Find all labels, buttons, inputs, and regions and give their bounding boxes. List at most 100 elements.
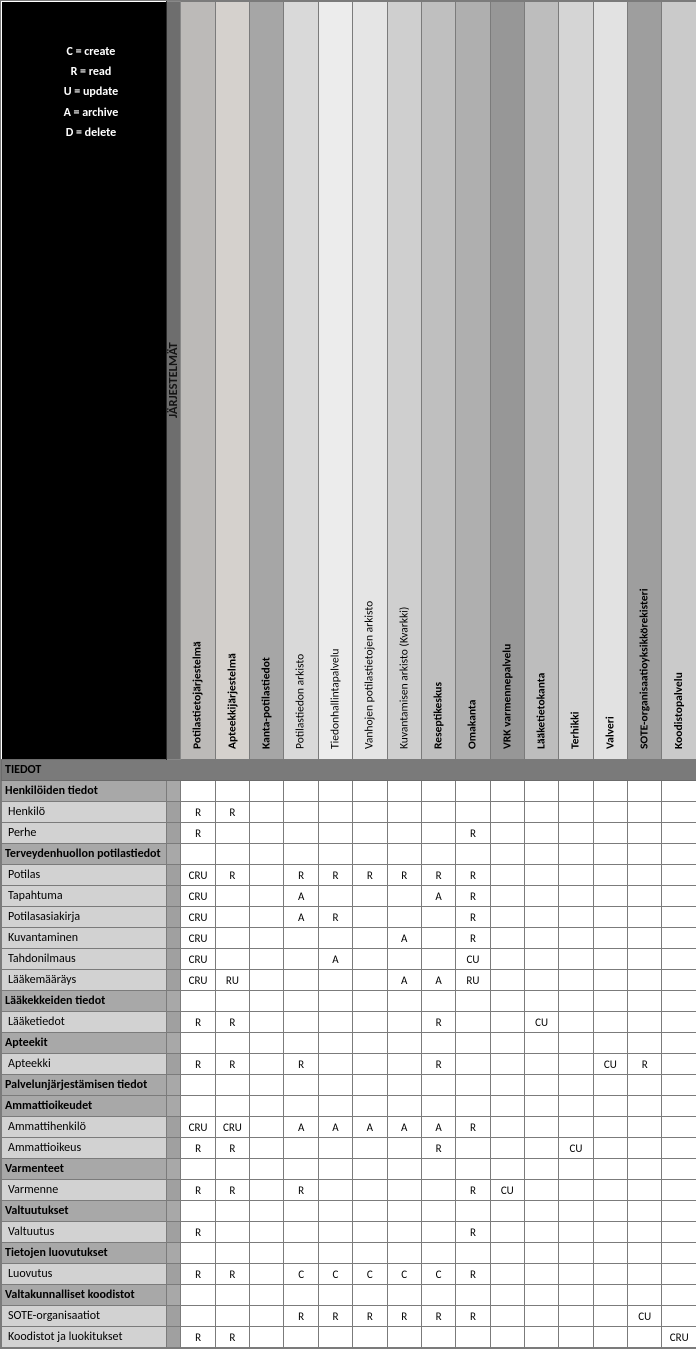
column-header-label: Apteekkijärjestelmä: [216, 2, 249, 759]
matrix-cell: [353, 1285, 387, 1306]
matrix-cell: [421, 991, 455, 1012]
matrix-cell: R: [456, 823, 490, 844]
matrix-cell: C: [318, 1264, 352, 1285]
matrix-cell: [387, 1138, 421, 1159]
matrix-cell: [318, 1243, 352, 1264]
matrix-cell: R: [456, 1180, 490, 1201]
matrix-cell: [559, 1012, 593, 1033]
matrix-cell: [456, 1327, 490, 1348]
matrix-cell: [593, 781, 627, 802]
matrix-cell: A: [318, 949, 352, 970]
matrix-cell: [215, 823, 249, 844]
spacer-cell: [167, 1096, 181, 1117]
matrix-cell: [250, 1180, 284, 1201]
matrix-cell: [250, 823, 284, 844]
matrix-cell: [662, 823, 696, 844]
matrix-cell: R: [181, 1012, 215, 1033]
matrix-cell: [181, 1306, 215, 1327]
matrix-cell: [353, 823, 387, 844]
legend-line: U = update: [16, 82, 167, 102]
matrix-cell: R: [456, 907, 490, 928]
matrix-cell: [284, 1243, 318, 1264]
group-header: Valtakunnalliset koodistot: [2, 1285, 167, 1306]
matrix-cell: [284, 991, 318, 1012]
group-header: Ammattioikeudet: [2, 1096, 167, 1117]
matrix-cell: [628, 781, 662, 802]
matrix-cell: [490, 886, 524, 907]
row-label: Valtuutus: [2, 1222, 167, 1243]
matrix-cell: [353, 886, 387, 907]
matrix-cell: [524, 907, 558, 928]
matrix-cell: [593, 970, 627, 991]
matrix-cell: CU: [628, 1306, 662, 1327]
matrix-cell: [421, 1285, 455, 1306]
matrix-cell: [559, 844, 593, 865]
matrix-cell: [284, 1159, 318, 1180]
matrix-cell: [215, 1306, 249, 1327]
matrix-cell: [353, 928, 387, 949]
column-header-label: Valveri: [594, 2, 627, 759]
matrix-cell: [524, 1159, 558, 1180]
matrix-cell: [284, 928, 318, 949]
matrix-cell: [421, 1159, 455, 1180]
column-header: Terhikki: [559, 2, 593, 760]
matrix-cell: [593, 844, 627, 865]
matrix-cell: [490, 1264, 524, 1285]
matrix-cell: [490, 1012, 524, 1033]
matrix-cell: R: [215, 1327, 249, 1348]
column-header-label: Reseptikeskus: [422, 2, 455, 759]
matrix-cell: [456, 1054, 490, 1075]
matrix-cell: [353, 1012, 387, 1033]
matrix-cell: [456, 991, 490, 1012]
matrix-cell: [628, 886, 662, 907]
matrix-cell: [593, 1243, 627, 1264]
matrix-cell: [628, 1201, 662, 1222]
matrix-cell: [456, 802, 490, 823]
matrix-cell: CRU: [181, 949, 215, 970]
column-header: Lääketietokanta: [524, 2, 558, 760]
matrix-cell: [250, 1243, 284, 1264]
matrix-cell: [387, 1159, 421, 1180]
matrix-cell: [559, 1243, 593, 1264]
spacer-cell: [167, 1075, 181, 1096]
matrix-cell: [662, 1306, 696, 1327]
matrix-cell: [662, 1012, 696, 1033]
matrix-cell: [490, 844, 524, 865]
matrix-cell: RU: [456, 970, 490, 991]
matrix-cell: [593, 1201, 627, 1222]
matrix-cell: [593, 1222, 627, 1243]
group-header: Varmenteet: [2, 1159, 167, 1180]
matrix-cell: [284, 823, 318, 844]
matrix-cell: [524, 781, 558, 802]
matrix-cell: [593, 1264, 627, 1285]
matrix-cell: CRU: [181, 907, 215, 928]
matrix-cell: [628, 1075, 662, 1096]
matrix-cell: [490, 1075, 524, 1096]
matrix-cell: [421, 949, 455, 970]
matrix-cell: [215, 1243, 249, 1264]
matrix-cell: [456, 844, 490, 865]
matrix-cell: [593, 1138, 627, 1159]
group-header: Valtuutukset: [2, 1201, 167, 1222]
spacer-cell: [167, 1159, 181, 1180]
matrix-cell: [559, 1075, 593, 1096]
matrix-cell: [593, 1117, 627, 1138]
matrix-cell: [318, 1201, 352, 1222]
matrix-cell: [559, 970, 593, 991]
matrix-cell: R: [353, 1306, 387, 1327]
matrix-cell: [284, 1075, 318, 1096]
spacer-cell: [167, 1243, 181, 1264]
matrix-cell: [593, 802, 627, 823]
matrix-cell: [387, 1327, 421, 1348]
matrix-cell: A: [353, 1117, 387, 1138]
spacer-cell: [167, 1201, 181, 1222]
matrix-cell: R: [456, 1306, 490, 1327]
matrix-cell: [628, 991, 662, 1012]
matrix-cell: A: [284, 907, 318, 928]
matrix-cell: [662, 907, 696, 928]
matrix-cell: [490, 802, 524, 823]
matrix-cell: A: [387, 928, 421, 949]
matrix-cell: R: [421, 1012, 455, 1033]
matrix-cell: R: [421, 1054, 455, 1075]
matrix-cell: [524, 1243, 558, 1264]
